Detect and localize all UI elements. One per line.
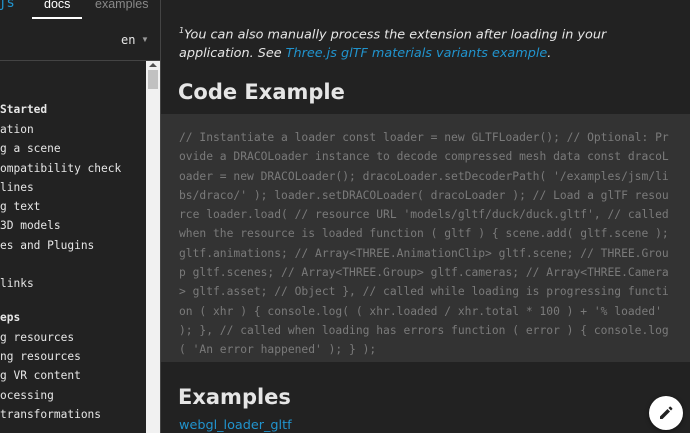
sidebar-item-matrix-transformations[interactable]: transformations <box>0 408 101 421</box>
examples-heading: Examples <box>178 385 291 409</box>
sidebar-header: js docs examples <box>0 0 160 20</box>
scroll-up-arrow-icon[interactable] <box>146 61 160 70</box>
materials-variants-example-link[interactable]: Three.js glTF materials variants example <box>286 46 548 61</box>
footnote: 1You can also manually process the exten… <box>179 21 679 63</box>
tab-examples[interactable]: examples <box>95 0 149 11</box>
caret-down-icon[interactable]: ▼ <box>141 35 149 44</box>
sidebar-section-next-steps[interactable]: eps <box>0 311 20 324</box>
sidebar-item-webgl-compatibility-check[interactable]: ompatibility check <box>0 162 121 175</box>
active-tab-indicator <box>32 17 82 19</box>
example-link-webgl-loader-gltf[interactable]: webgl_loader_gltf <box>179 418 292 433</box>
tab-docs[interactable]: docs <box>44 0 70 11</box>
code-block: // Instantiate a loader const loader = n… <box>161 114 690 362</box>
sidebar-nav: Started ation g a scene ompatibility che… <box>0 61 146 433</box>
sidebar-item-libraries-and-plugins[interactable]: es and Plugins <box>0 239 94 252</box>
sidebar-item-useful-links[interactable]: links <box>0 277 34 290</box>
edit-button[interactable] <box>649 396 683 430</box>
sidebar-item-updating-resources[interactable]: g resources <box>0 331 74 344</box>
pencil-icon <box>660 406 673 419</box>
sidebar-item-installation[interactable]: ation <box>0 123 34 136</box>
sidebar-item-loading-3d-models[interactable]: 3D models <box>0 219 61 232</box>
main-content: 1You can also manually process the exten… <box>161 0 690 433</box>
language-select[interactable]: en <box>121 33 135 47</box>
sidebar-item-creating-text[interactable]: g text <box>0 200 40 213</box>
sidebar-item-drawing-lines[interactable]: lines <box>0 181 34 194</box>
sidebar: js docs examples en ▼ Started ation g a … <box>0 0 161 433</box>
brand-logo[interactable]: js <box>0 0 15 11</box>
sidebar-item-disposing-resources[interactable]: ng resources <box>0 350 81 363</box>
footnote-end: . <box>547 46 552 62</box>
sidebar-item-creating-a-scene[interactable]: g a scene <box>0 142 61 155</box>
code-example-heading: Code Example <box>178 80 345 104</box>
sidebar-scrollbar[interactable] <box>146 70 160 433</box>
sidebar-item-post-processing[interactable]: ocessing <box>0 389 54 402</box>
sidebar-section-getting-started[interactable]: Started <box>0 103 47 116</box>
code-text: // Instantiate a loader const loader = n… <box>179 131 669 357</box>
sidebar-item-creating-vr-content[interactable]: g VR content <box>0 369 81 382</box>
sidebar-scrollbar-thumb[interactable] <box>148 70 158 89</box>
